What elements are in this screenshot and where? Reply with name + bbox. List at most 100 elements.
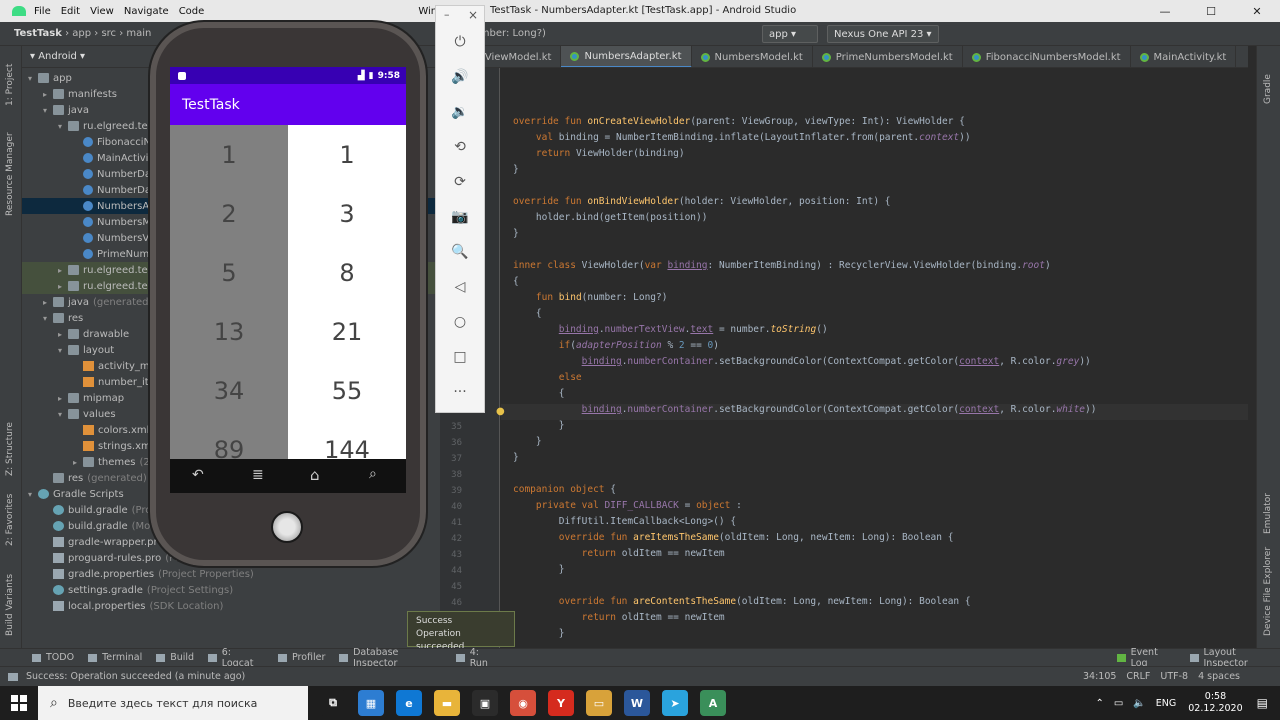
notification-center-icon[interactable]: ▤ [1257, 696, 1268, 710]
calculator-icon[interactable]: ▦ [358, 690, 384, 716]
yandex-icon[interactable]: Y [548, 690, 574, 716]
structure-tool-button[interactable]: Z: Structure [5, 422, 15, 476]
store-icon[interactable]: ▣ [472, 690, 498, 716]
number-item[interactable]: 1 [288, 125, 406, 184]
run-config-select[interactable]: app ▾ [762, 25, 818, 43]
expand-arrow-icon[interactable]: ▸ [73, 458, 83, 467]
rotate-left-icon[interactable]: ⟲ [436, 135, 484, 159]
file-encoding[interactable]: UTF-8 [1160, 671, 1188, 682]
number-item[interactable]: 89 [170, 420, 288, 459]
code-line[interactable]: } [513, 452, 519, 463]
word-icon[interactable]: W [624, 690, 650, 716]
code-line[interactable]: val binding = NumberItemBinding.inflate(… [513, 132, 971, 143]
line-separator[interactable]: CRLF [1126, 671, 1150, 682]
code-line[interactable]: { [513, 276, 519, 287]
status-toggle-icon[interactable] [8, 672, 18, 681]
code-line[interactable]: private val DIFF_CALLBACK = object : [513, 500, 742, 511]
breadcrumb-main[interactable]: main [126, 28, 151, 39]
caret-position[interactable]: 34:105 [1083, 671, 1116, 682]
expand-arrow-icon[interactable]: ▾ [43, 106, 53, 115]
number-item[interactable]: 5 [170, 243, 288, 302]
breadcrumb-module[interactable]: app [72, 28, 91, 39]
device-file-explorer-tool-button[interactable]: Device File Explorer [1263, 547, 1273, 636]
editor-tab[interactable]: FibonacciNumbersModel.kt [963, 46, 1131, 67]
device-search-icon[interactable]: ⌕ [369, 466, 377, 482]
back-icon[interactable]: ◁ [436, 275, 484, 299]
expand-arrow-icon[interactable]: ▾ [58, 122, 68, 131]
editor-tab[interactable]: NumbersAdapter.kt [561, 46, 692, 67]
code-line[interactable]: return oldItem == newItem [513, 612, 725, 623]
number-item[interactable]: 2 [170, 184, 288, 243]
editor-tab[interactable]: MainActivity.kt [1131, 46, 1237, 67]
number-item[interactable]: 8 [288, 243, 406, 302]
minimize-window-icon[interactable]: — [1142, 0, 1188, 22]
expand-arrow-icon[interactable]: ▸ [58, 394, 68, 403]
code-line[interactable]: fun bind(number: Long?) [513, 292, 668, 303]
code-line[interactable]: return oldItem == newItem [513, 548, 725, 559]
expand-arrow-icon[interactable]: ▾ [28, 490, 38, 499]
code-line[interactable]: override fun onBindViewHolder(holder: Vi… [513, 196, 891, 207]
device-screen[interactable]: ▟ ▮ 9:58 TestTask 1 1 2 3 5 8 13 21 34 55 89 144 [170, 67, 406, 459]
expand-arrow-icon[interactable]: ▸ [43, 90, 53, 99]
code-line[interactable]: companion object { [513, 484, 616, 495]
network-icon[interactable]: ▭ [1114, 698, 1123, 709]
device-back-icon[interactable]: ↶ [192, 467, 204, 483]
code-line[interactable]: override fun areItemsTheSame(oldItem: Lo… [513, 532, 954, 543]
code-line[interactable]: else [513, 372, 582, 383]
volume-up-icon[interactable]: 🔊 [436, 65, 484, 89]
terminal-tool-button[interactable]: Terminal [88, 652, 142, 663]
code-editor[interactable]: 35 36 37 38 39 40 41 42 43 44 45 46 override fun on… [440, 68, 1248, 648]
code-line[interactable]: { [513, 308, 542, 319]
android-studio-icon[interactable]: A [700, 690, 726, 716]
number-item[interactable]: 21 [288, 302, 406, 361]
close-emulator-icon[interactable]: × [468, 8, 478, 22]
gradle-tool-button[interactable]: Gradle [1263, 74, 1273, 104]
camera-icon[interactable]: 📷 [436, 205, 484, 229]
indent-setting[interactable]: 4 spaces [1198, 671, 1240, 682]
tray-chevron-icon[interactable]: ⌃ [1095, 698, 1103, 709]
breadcrumb-src[interactable]: src [101, 28, 116, 39]
tree-item[interactable]: gradle.properties (Project Properties) [22, 566, 440, 582]
menu-edit[interactable]: Edit [61, 6, 80, 17]
volume-down-icon[interactable]: 🔉 [436, 100, 484, 124]
code-line[interactable]: } [513, 628, 565, 639]
start-button[interactable] [0, 686, 38, 720]
code-line[interactable]: } [513, 228, 519, 239]
expand-arrow-icon[interactable]: ▸ [58, 282, 68, 291]
expand-arrow-icon[interactable]: ▾ [43, 314, 53, 323]
code-line[interactable]: holder.bind(getItem(position)) [513, 212, 708, 223]
telegram-icon[interactable]: ➤ [662, 690, 688, 716]
maximize-window-icon[interactable]: ☐ [1188, 0, 1234, 22]
number-item[interactable]: 144 [288, 420, 406, 460]
menu-code[interactable]: Code [179, 6, 205, 17]
code-line[interactable]: inner class ViewHolder(var binding: Numb… [513, 260, 1051, 271]
number-item[interactable]: 3 [288, 184, 406, 243]
code-line[interactable]: { [513, 388, 565, 399]
taskbar-search-box[interactable]: ⌕ Введите здесь текст для поиска [38, 686, 308, 720]
task-view-icon[interactable]: ⧉ [320, 690, 346, 716]
menu-navigate[interactable]: Navigate [124, 6, 169, 17]
input-language[interactable]: ENG [1156, 698, 1176, 709]
tree-item[interactable]: settings.gradle (Project Settings) [22, 582, 440, 598]
code-line[interactable]: binding.numberContainer.setBackgroundCol… [513, 404, 1097, 415]
code-line[interactable]: if(adapterPosition % 2 == 0) [513, 340, 719, 351]
device-trackball-button[interactable] [271, 511, 303, 543]
expand-arrow-icon[interactable]: ▸ [58, 330, 68, 339]
expand-arrow-icon[interactable]: ▾ [28, 74, 38, 83]
taskbar-clock[interactable]: 0:58 02.12.2020 [1188, 691, 1242, 715]
edge-icon[interactable]: e [396, 690, 422, 716]
profiler-tool-button[interactable]: Profiler [277, 652, 325, 663]
device-select[interactable]: Nexus One API 23 ▾ [827, 25, 939, 43]
menu-file[interactable]: File [34, 6, 51, 17]
overview-icon[interactable]: □ [436, 345, 484, 369]
expand-arrow-icon[interactable]: ▾ [58, 346, 68, 355]
number-item[interactable]: 55 [288, 361, 406, 420]
editor-tab[interactable]: PrimeNumbersModel.kt [813, 46, 963, 67]
folder-icon[interactable]: ▭ [586, 690, 612, 716]
code-line[interactable]: override fun onCreateViewHolder(parent: … [513, 116, 965, 127]
success-notification[interactable]: Success Operation succeeded [407, 611, 515, 652]
favorites-tool-button[interactable]: 2: Favorites [5, 494, 15, 546]
breadcrumb[interactable]: TestTask › app › src › main [14, 28, 151, 39]
rotate-right-icon[interactable]: ⟳ [436, 170, 484, 194]
explorer-icon[interactable]: ▬ [434, 690, 460, 716]
